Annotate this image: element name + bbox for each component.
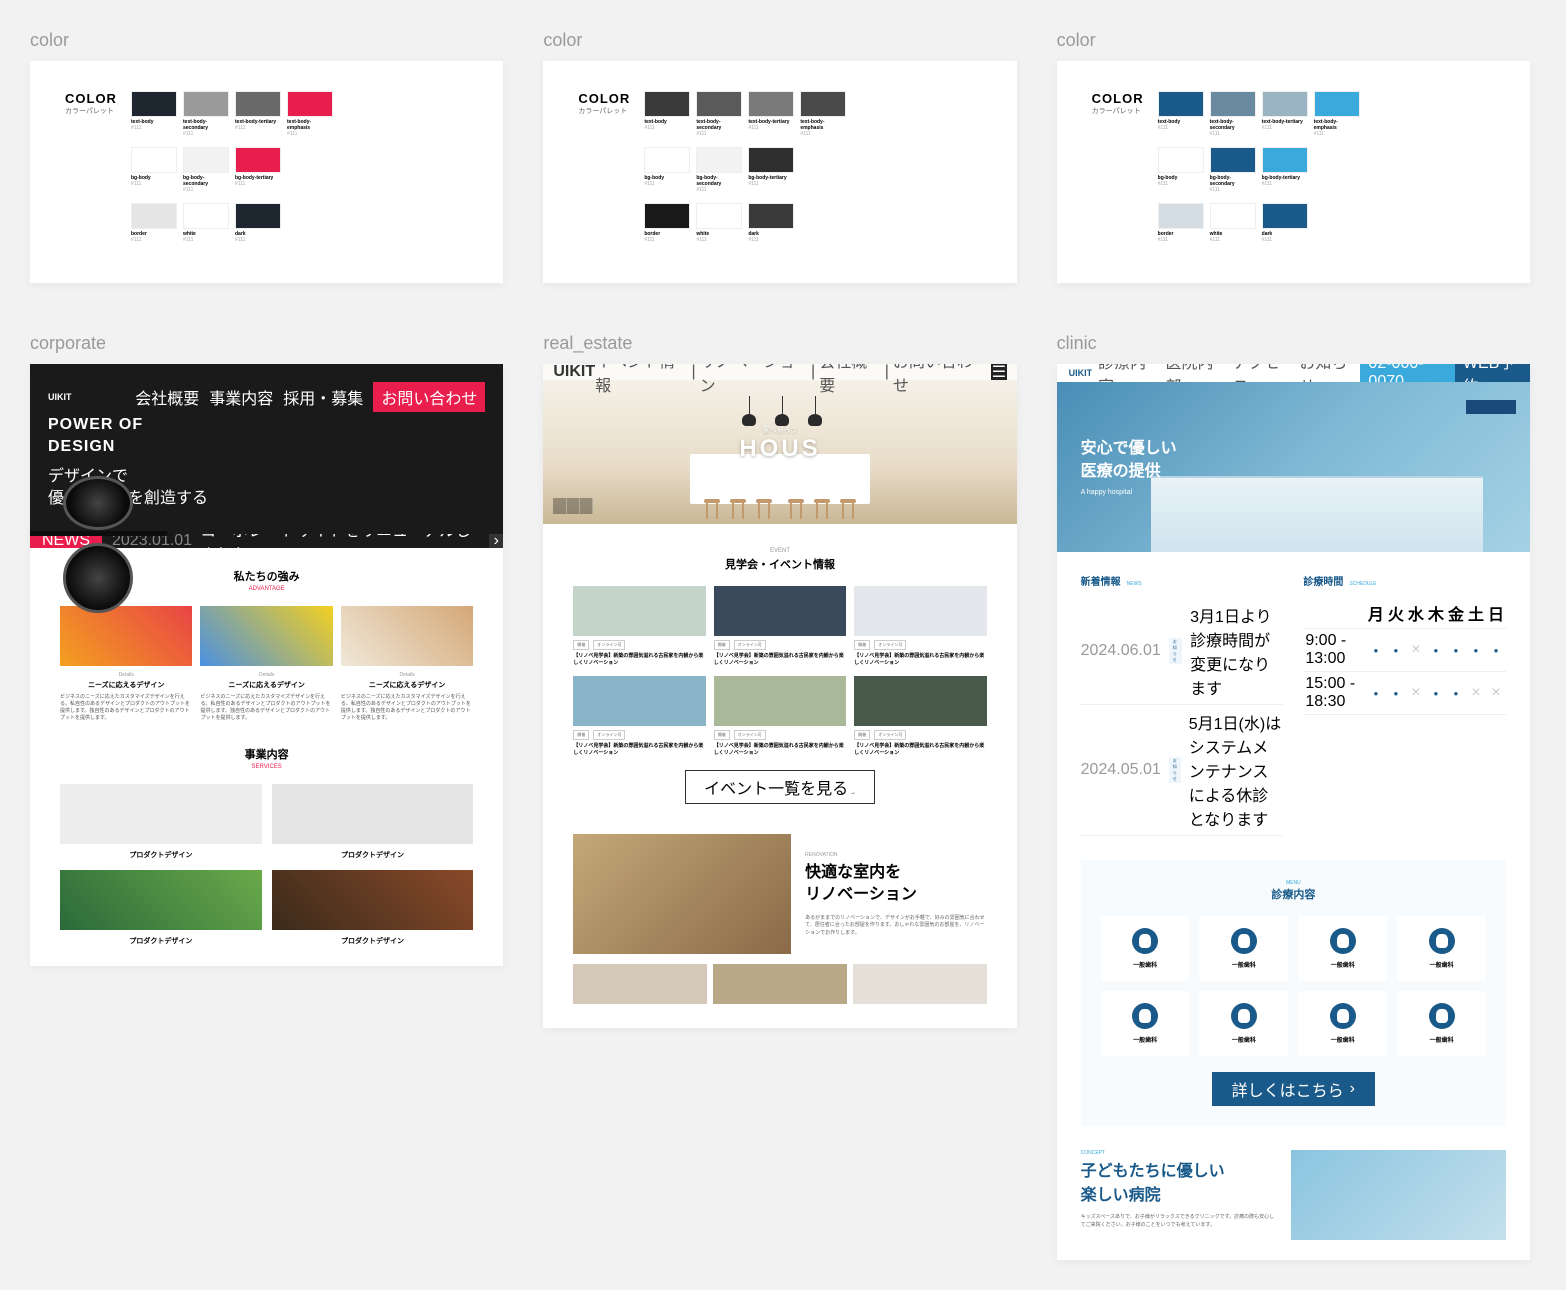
tooth-icon bbox=[1330, 928, 1356, 954]
thumbnail-row bbox=[573, 964, 986, 1004]
nav: UIKIT イベント情報 | リノベーション | 会社概要 | お問い合わせ ☰ bbox=[543, 364, 1016, 380]
section-label: color bbox=[30, 30, 503, 51]
chevron-right-icon: › bbox=[1350, 1080, 1355, 1098]
concept-image bbox=[1291, 1150, 1506, 1240]
feature-image bbox=[573, 834, 791, 954]
service-item[interactable]: 一般歯科 bbox=[1101, 991, 1190, 1056]
tooth-icon bbox=[1231, 1003, 1257, 1029]
carousel-paginator[interactable] bbox=[553, 498, 593, 514]
tooth-icon bbox=[1231, 928, 1257, 954]
service-item[interactable]: プロダクトデザイン bbox=[272, 870, 474, 946]
phone-button[interactable]: 02-000-0070 bbox=[1360, 364, 1454, 382]
thumbnail[interactable] bbox=[853, 964, 987, 1004]
event-item[interactable]: 開催オンライン可【リノベ見学会】新築の雰囲気溢れる古民家を内観から楽しくリノベー… bbox=[573, 586, 705, 666]
nav-link[interactable]: 採用・募集 bbox=[283, 385, 363, 409]
advantage-item[interactable]: Detailsニーズに応えるデザインビジネスのニーズに応えたカスタマイズデザイン… bbox=[341, 606, 473, 722]
news-section: 新着情報NEWS 2024.06.01お知らせ3月1日より診療時間が変更になりま… bbox=[1081, 572, 1284, 836]
palette-section-2: color COLOR カラーパレット text-body#111 text-b… bbox=[543, 30, 1016, 283]
tooth-icon bbox=[1132, 928, 1158, 954]
event-item[interactable]: 開催オンライン可【リノベ見学会】新築の雰囲気溢れる古民家を内観から楽しくリノベー… bbox=[573, 676, 705, 756]
hero-subtitle: 家へ帰ろう bbox=[762, 425, 797, 435]
schedule-table: 月火水木金土日 9:00 - 13:00●●×●●●● 15:00 - 18:3… bbox=[1303, 598, 1506, 715]
service-item[interactable]: 一般歯科 bbox=[1298, 916, 1387, 981]
palette-card: COLOR カラーパレット text-body#111 text-body-se… bbox=[1057, 61, 1530, 283]
palette-section-3: color COLOR カラーパレット text-body#111 text-b… bbox=[1057, 30, 1530, 283]
thumbnail[interactable] bbox=[573, 964, 707, 1004]
event-item[interactable]: 開催オンライン可【リノベ見学会】新築の雰囲気溢れる古民家を内観から楽しくリノベー… bbox=[854, 586, 986, 666]
cta-button[interactable]: お問い合わせ bbox=[373, 382, 485, 412]
nav-link[interactable]: リノベーション bbox=[700, 364, 807, 396]
real-estate-preview[interactable]: UIKIT イベント情報 | リノベーション | 会社概要 | お問い合わせ ☰… bbox=[543, 364, 1016, 1028]
hero: UIKIT イベント情報 | リノベーション | 会社概要 | お問い合わせ ☰… bbox=[543, 364, 1016, 524]
template-corporate: corporate UIKIT 会社概要 事業内容 採用・募集 お問い合わせ P… bbox=[30, 333, 503, 1260]
nav-link[interactable]: 事業内容 bbox=[209, 385, 273, 409]
services-section: MENU診療内容 一般歯科 一般歯科 一般歯科 一般歯科 一般歯科 一般歯科 一… bbox=[1081, 860, 1506, 1126]
service-item[interactable]: 一般歯科 bbox=[1199, 916, 1288, 981]
section-label: real_estate bbox=[543, 333, 1016, 354]
section-label: color bbox=[543, 30, 1016, 51]
hero: UIKIT 会社概要 事業内容 採用・募集 お問い合わせ POWER OFDES… bbox=[30, 364, 503, 534]
hero-image bbox=[30, 531, 168, 536]
event-item[interactable]: 開催オンライン可【リノベ見学会】新築の雰囲気溢れる古民家を内観から楽しくリノベー… bbox=[854, 676, 986, 756]
nav: UIKIT 会社概要 事業内容 採用・募集 お問い合わせ bbox=[48, 382, 485, 412]
tooth-icon bbox=[1429, 928, 1455, 954]
hero-title: HOUS bbox=[739, 435, 820, 463]
event-item[interactable]: 開催オンライン可【リノベ見学会】新築の雰囲気溢れる古民家を内観から楽しくリノベー… bbox=[714, 676, 846, 756]
chevron-right-icon[interactable]: › bbox=[489, 534, 503, 548]
logo[interactable]: UIKIT bbox=[553, 364, 595, 381]
tooth-icon bbox=[1429, 1003, 1455, 1029]
service-item[interactable]: 一般歯科 bbox=[1397, 916, 1486, 981]
template-clinic: clinic UIKIT 診療内容 医院内部 アクセス お知らせ 02-000-… bbox=[1057, 333, 1530, 1260]
nav: UIKIT 診療内容 医院内部 アクセス お知らせ 02-000-0070 WE… bbox=[1057, 364, 1530, 382]
hero-title: 安心で優しい医療の提供 bbox=[1081, 438, 1506, 483]
palette-section-1: color COLOR カラーパレット text-body#111 text-b… bbox=[30, 30, 503, 283]
service-item[interactable]: プロダクトデザイン bbox=[272, 784, 474, 860]
palette-card: COLOR カラーパレット text-body#111 text-body-se… bbox=[30, 61, 503, 283]
service-item[interactable]: プロダクトデザイン bbox=[60, 870, 262, 946]
palette-card: COLOR カラーパレット text-body#111 text-body-se… bbox=[543, 61, 1016, 283]
section-subtitle: SERVICES bbox=[60, 764, 473, 770]
service-item[interactable]: 一般歯科 bbox=[1199, 991, 1288, 1056]
hero-subtitle: A happy hospital bbox=[1081, 489, 1506, 496]
hero: 安心で優しい医療の提供 A happy hospital bbox=[1057, 382, 1530, 552]
section-title: 見学会・イベント情報 bbox=[573, 556, 986, 572]
section-label: corporate bbox=[30, 333, 503, 354]
nav-link[interactable]: 会社概要 bbox=[819, 364, 881, 396]
event-item[interactable]: 開催オンライン可【リノベ見学会】新築の雰囲気溢れる古民家を内観から楽しくリノベー… bbox=[714, 586, 846, 666]
advantage-item[interactable]: Detailsニーズに応えるデザインビジネスのニーズに応えたカスタマイズデザイン… bbox=[60, 606, 192, 722]
advantage-item[interactable]: Detailsニーズに応えるデザインビジネスのニーズに応えたカスタマイズデザイン… bbox=[200, 606, 332, 722]
service-item[interactable]: プロダクトデザイン bbox=[60, 784, 262, 860]
section-subtitle: EVENT bbox=[573, 548, 986, 554]
thumbnail[interactable] bbox=[713, 964, 847, 1004]
section-label: clinic bbox=[1057, 333, 1530, 354]
nav-link[interactable]: イベント情報 bbox=[595, 364, 687, 396]
booking-button[interactable]: WEB予約 bbox=[1455, 364, 1530, 382]
view-all-button[interactable]: イベント一覧を見る → bbox=[685, 770, 875, 804]
section-label: color bbox=[1057, 30, 1530, 51]
tooth-icon bbox=[1330, 1003, 1356, 1029]
service-item[interactable]: 一般歯科 bbox=[1298, 991, 1387, 1056]
more-button[interactable]: 詳しくはこちら› bbox=[1212, 1072, 1375, 1106]
news-item[interactable]: 2024.06.01お知らせ3月1日より診療時間が変更になります bbox=[1081, 598, 1284, 705]
menu-icon[interactable]: ☰ bbox=[991, 364, 1006, 380]
schedule-section: 診療時間SCHEDULE 月火水木金土日 9:00 - 13:00●●×●●●●… bbox=[1303, 572, 1506, 836]
service-item[interactable]: 一般歯科 bbox=[1101, 916, 1190, 981]
template-real-estate: real_estate UIKIT イベント情報 | リノベーション bbox=[543, 333, 1016, 1260]
tooth-icon bbox=[1132, 1003, 1158, 1029]
concept-section: CONCEPT 子どもたちに優しい楽しい病院 キッズスペースありで、お子様がリラ… bbox=[1081, 1150, 1506, 1240]
news-item[interactable]: 2024.05.01お知らせ5月1日(水)はシステムメンテナンスによる休診となり… bbox=[1081, 705, 1284, 836]
nav-link[interactable]: 会社概要 bbox=[135, 385, 199, 409]
corporate-preview[interactable]: UIKIT 会社概要 事業内容 採用・募集 お問い合わせ POWER OFDES… bbox=[30, 364, 503, 966]
nav-link[interactable]: お問い合わせ bbox=[893, 364, 985, 396]
clinic-preview[interactable]: UIKIT 診療内容 医院内部 アクセス お知らせ 02-000-0070 WE… bbox=[1057, 364, 1530, 1260]
logo[interactable]: UIKIT bbox=[1069, 368, 1093, 378]
section-title: 事業内容 bbox=[60, 746, 473, 762]
feature-block: RENOVATION 快適な室内をリノベーション あるがままでのリノベーションで… bbox=[573, 834, 986, 954]
service-item[interactable]: 一般歯科 bbox=[1397, 991, 1486, 1056]
hero-title: POWER OFDESIGN bbox=[48, 412, 485, 456]
logo[interactable]: UIKIT bbox=[48, 392, 72, 402]
